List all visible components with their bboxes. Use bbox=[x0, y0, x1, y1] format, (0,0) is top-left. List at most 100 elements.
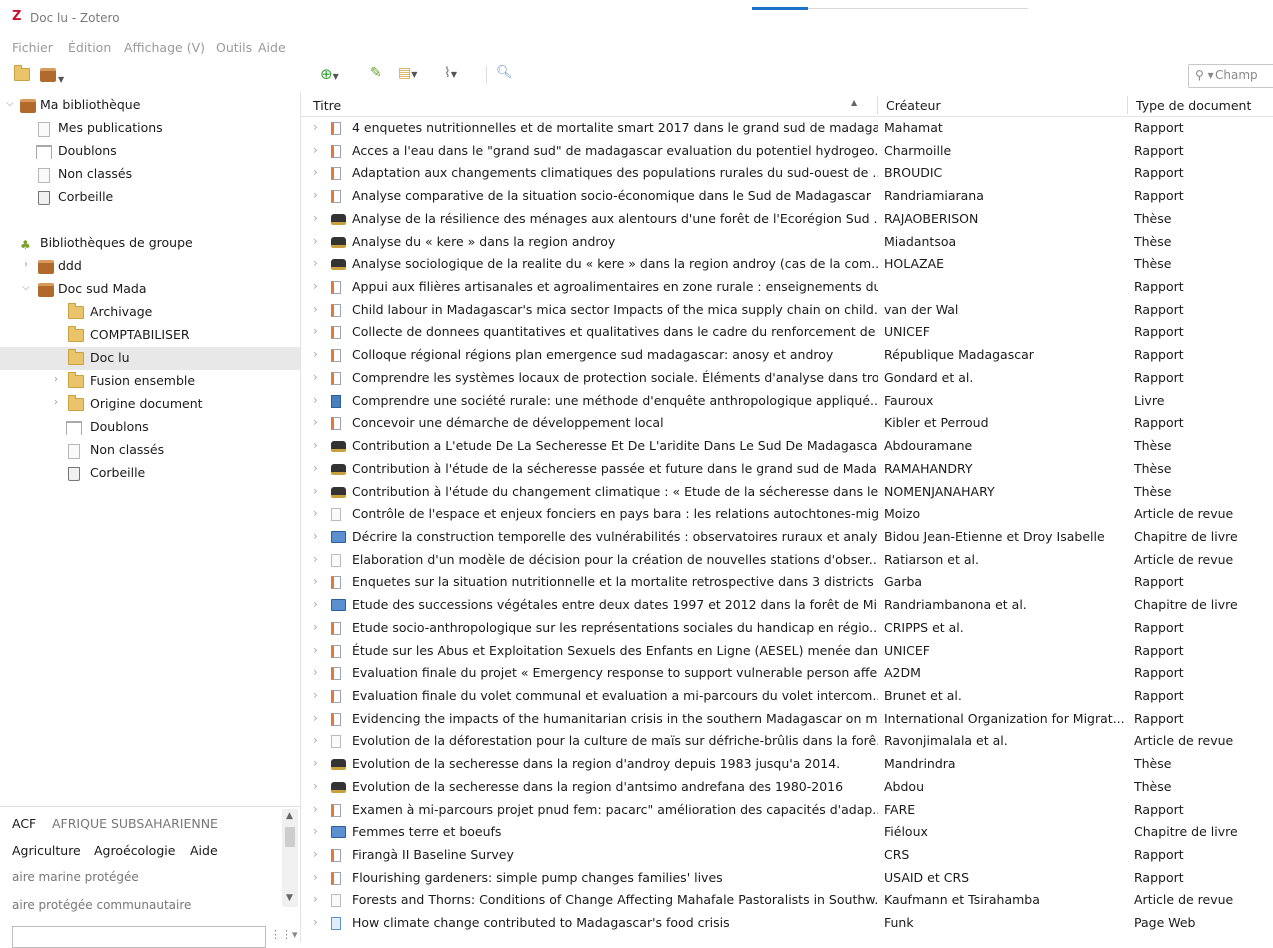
table-row[interactable]: › How climate change contributed to Madag… bbox=[301, 912, 1273, 935]
chevron-right-icon[interactable]: › bbox=[313, 802, 318, 816]
chevron-right-icon[interactable]: › bbox=[313, 892, 318, 906]
tag[interactable]: aire protégée communautaire bbox=[12, 898, 191, 912]
menu-view[interactable]: Affichage (V) bbox=[124, 40, 205, 55]
chevron-right-icon[interactable]: › bbox=[54, 397, 58, 408]
new-note-icon[interactable]: ▤▼ bbox=[398, 65, 417, 81]
table-row[interactable]: › Contribution à l'étude de la sécheresse… bbox=[301, 458, 1273, 481]
tag[interactable]: Agriculture bbox=[12, 843, 81, 858]
column-title[interactable]: Titre bbox=[313, 98, 341, 113]
tree-doc-lu[interactable]: Doc lu bbox=[0, 347, 300, 370]
tag[interactable]: AFRIQUE SUBSAHARIENNE bbox=[52, 816, 218, 831]
table-row[interactable]: › Collecte de donnees quantitatives et qu… bbox=[301, 321, 1273, 344]
column-separator[interactable] bbox=[1127, 96, 1128, 114]
add-by-identifier-icon[interactable]: ✎ bbox=[370, 65, 382, 81]
table-row[interactable]: › Elaboration d'un modèle de décision pou… bbox=[301, 549, 1273, 572]
menu-edit[interactable]: Édition bbox=[68, 40, 111, 55]
column-creator[interactable]: Créateur bbox=[886, 98, 941, 113]
table-row[interactable]: › Evolution de la secheresse dans la regi… bbox=[301, 776, 1273, 799]
table-row[interactable]: › Concevoir une démarche de développement… bbox=[301, 412, 1273, 435]
search-input[interactable]: ⚲ ▾ Champ bbox=[1188, 64, 1273, 88]
chevron-right-icon[interactable]: › bbox=[313, 188, 318, 202]
chevron-right-icon[interactable]: › bbox=[313, 143, 318, 157]
menu-tools[interactable]: Outils bbox=[216, 40, 252, 55]
new-library-icon[interactable]: ▼ bbox=[40, 68, 64, 84]
table-row[interactable]: › Analyse du « kere » dans la region andr… bbox=[301, 231, 1273, 254]
chevron-right-icon[interactable]: › bbox=[313, 256, 318, 270]
scroll-thumb[interactable] bbox=[285, 827, 295, 847]
chevron-right-icon[interactable]: › bbox=[313, 165, 318, 179]
tree-group-unfiled[interactable]: Non classés bbox=[0, 439, 300, 462]
table-row[interactable]: › Analyse comparative de la situation soc… bbox=[301, 185, 1273, 208]
menu-help[interactable]: Aide bbox=[258, 40, 286, 55]
chevron-right-icon[interactable]: › bbox=[313, 779, 318, 793]
chevron-right-icon[interactable]: › bbox=[313, 847, 318, 861]
chevron-right-icon[interactable]: › bbox=[313, 484, 318, 498]
table-row[interactable]: › Décrire la construction temporelle des … bbox=[301, 526, 1273, 549]
chevron-right-icon[interactable]: › bbox=[313, 552, 318, 566]
tag-actions-icon[interactable]: ⋮⋮▾ bbox=[270, 928, 298, 941]
table-row[interactable]: › Evolution de la déforestation pour la c… bbox=[301, 730, 1273, 753]
tree-group-trash[interactable]: Corbeille bbox=[0, 462, 300, 485]
chevron-right-icon[interactable]: › bbox=[313, 370, 318, 384]
table-row[interactable]: › Analyse de la résilience des ménages au… bbox=[301, 208, 1273, 231]
chevron-right-icon[interactable]: › bbox=[313, 711, 318, 725]
chevron-right-icon[interactable]: › bbox=[313, 393, 318, 407]
tag[interactable]: Aide bbox=[190, 843, 218, 858]
chevron-right-icon[interactable]: › bbox=[313, 756, 318, 770]
table-row[interactable]: › Etude socio-anthropologique sur les rep… bbox=[301, 617, 1273, 640]
chevron-right-icon[interactable]: › bbox=[313, 665, 318, 679]
table-row[interactable]: › Contrôle de l'espace et enjeux fonciers… bbox=[301, 503, 1273, 526]
tree-comptabiliser[interactable]: COMPTABILISER bbox=[0, 324, 300, 347]
table-row[interactable]: › Examen à mi-parcours projet pnud fem: p… bbox=[301, 799, 1273, 822]
table-row[interactable]: › 4 enquetes nutritionnelles et de mortal… bbox=[301, 117, 1273, 140]
advanced-search-icon[interactable]: 🔍︎ bbox=[496, 65, 513, 81]
column-separator[interactable] bbox=[877, 96, 878, 114]
chevron-right-icon[interactable]: › bbox=[313, 302, 318, 316]
table-row[interactable]: › Etude des successions végétales entre d… bbox=[301, 594, 1273, 617]
table-row[interactable]: › Appui aux filières artisanales et agroa… bbox=[301, 276, 1273, 299]
table-row[interactable]: › Enquetes sur la situation nutritionnell… bbox=[301, 571, 1273, 594]
tree-fusion-ensemble[interactable]: › Fusion ensemble bbox=[0, 370, 300, 393]
attachment-icon[interactable]: ⌇▼ bbox=[444, 65, 457, 81]
table-row[interactable]: › Acces a l'eau dans le "grand sud" de ma… bbox=[301, 140, 1273, 163]
chevron-right-icon[interactable]: › bbox=[313, 824, 318, 838]
chevron-down-icon[interactable]: ⌵ bbox=[22, 282, 30, 293]
tree-duplicates[interactable]: Doublons bbox=[0, 140, 300, 163]
chevron-right-icon[interactable]: › bbox=[313, 324, 318, 338]
chevron-right-icon[interactable]: › bbox=[313, 120, 318, 134]
column-item-type[interactable]: Type de document bbox=[1136, 98, 1251, 113]
table-row[interactable]: › Firangà II Baseline Survey CRS Rapport bbox=[301, 844, 1273, 867]
chevron-right-icon[interactable]: › bbox=[313, 574, 318, 588]
table-row[interactable]: › Comprendre une société rurale: une méth… bbox=[301, 390, 1273, 413]
chevron-right-icon[interactable]: › bbox=[313, 529, 318, 543]
chevron-right-icon[interactable]: › bbox=[313, 643, 318, 657]
chevron-right-icon[interactable]: › bbox=[313, 211, 318, 225]
tree-my-publications[interactable]: Mes publications bbox=[0, 117, 300, 140]
chevron-right-icon[interactable]: › bbox=[313, 597, 318, 611]
tag[interactable]: Agroécologie bbox=[94, 843, 175, 858]
tag-scrollbar[interactable]: ▲ ▼ bbox=[282, 809, 298, 907]
table-row[interactable]: › Evaluation finale du projet « Emergency… bbox=[301, 662, 1273, 685]
table-row[interactable]: › Femmes terre et boeufs Fiéloux Chapitre d… bbox=[301, 821, 1273, 844]
tree-unfiled[interactable]: Non classés bbox=[0, 163, 300, 186]
chevron-right-icon[interactable]: › bbox=[313, 915, 318, 929]
table-row[interactable]: › Child labour in Madagascar's mica secto… bbox=[301, 299, 1273, 322]
tree-group-duplicates[interactable]: Doublons bbox=[0, 416, 300, 439]
chevron-right-icon[interactable]: › bbox=[313, 234, 318, 248]
tag[interactable]: ACF bbox=[12, 816, 36, 831]
chevron-down-icon[interactable]: ⌵ bbox=[6, 98, 14, 109]
table-row[interactable]: › Evidencing the impacts of the humanitar… bbox=[301, 708, 1273, 731]
chevron-right-icon[interactable]: › bbox=[313, 347, 318, 361]
chevron-up-icon[interactable]: ▲ bbox=[286, 811, 293, 821]
tree-my-library[interactable]: ⌵ Ma bibliothèque bbox=[0, 94, 300, 117]
chevron-down-icon[interactable]: ▼ bbox=[286, 893, 293, 903]
new-collection-icon[interactable] bbox=[14, 65, 30, 84]
table-row[interactable]: › Comprendre les systèmes locaux de prote… bbox=[301, 367, 1273, 390]
table-row[interactable]: › Étude sur les Abus et Exploitation Sexu… bbox=[301, 640, 1273, 663]
chevron-right-icon[interactable]: › bbox=[313, 733, 318, 747]
table-row[interactable]: › Evaluation finale du volet communal et … bbox=[301, 685, 1273, 708]
chevron-right-icon[interactable]: › bbox=[313, 506, 318, 520]
tag[interactable]: aire marine protégée bbox=[12, 870, 139, 884]
chevron-right-icon[interactable]: › bbox=[313, 620, 318, 634]
table-row[interactable]: › Flourishing gardeners: simple pump chan… bbox=[301, 867, 1273, 890]
